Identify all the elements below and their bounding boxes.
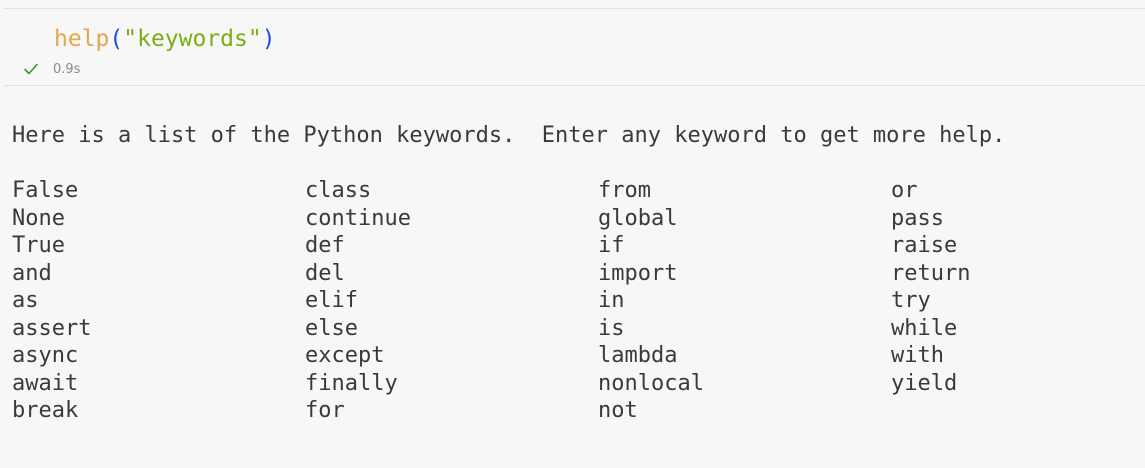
keyword-item: finally [305, 370, 398, 396]
keyword-item: break [12, 398, 79, 423]
keyword-item: import [598, 260, 678, 286]
keyword-column: from global if import in is lambda nonlo… [598, 177, 891, 425]
keyword-item: lambda [598, 343, 678, 368]
output-intro-text: Here is a list of the Python keywords. E… [12, 123, 1006, 148]
keyword-item: yield [891, 370, 958, 396]
code-line[interactable]: help("keywords") [54, 25, 276, 53]
execution-status: 0.9s [23, 61, 80, 77]
code-open-paren-token: ( [109, 26, 124, 52]
keyword-item: async [12, 343, 79, 368]
execution-time: 0.9s [53, 61, 81, 77]
code-function-token: help [54, 26, 110, 52]
keyword-item: is [598, 315, 625, 341]
keyword-column: False None True and as assert async awai… [12, 177, 305, 425]
keyword-item: nonlocal [598, 370, 704, 396]
cell-output: Here is a list of the Python keywords. E… [12, 122, 1091, 425]
keyword-item: with [891, 343, 944, 368]
keyword-item: for [305, 398, 345, 423]
keyword-item: try [891, 288, 931, 313]
keyword-item: from [598, 178, 651, 203]
keyword-item: assert [12, 315, 92, 341]
keyword-item: None [12, 205, 65, 231]
keyword-item: except [305, 343, 385, 368]
keyword-item: class [305, 178, 372, 203]
keyword-item: not [598, 398, 638, 423]
keyword-column: class continue def del elif else except … [305, 177, 598, 425]
keyword-item: def [305, 233, 345, 258]
keyword-item: pass [891, 205, 944, 231]
keyword-item: await [12, 370, 79, 396]
keyword-item: in [598, 288, 625, 313]
code-cell[interactable]: help("keywords") 0.9s [3, 9, 1145, 86]
keyword-item: global [598, 205, 678, 231]
keyword-table: False None True and as assert async awai… [12, 177, 1091, 425]
keyword-item: False [12, 178, 79, 203]
keyword-item: return [891, 260, 971, 286]
keyword-item: if [598, 233, 625, 258]
keyword-item: as [12, 288, 39, 313]
keyword-item: else [305, 315, 358, 341]
keyword-item: continue [305, 205, 411, 231]
code-string-token: "keywords" [123, 26, 262, 52]
keyword-item: or [891, 178, 918, 203]
check-icon [23, 61, 39, 77]
code-close-paren-token: ) [261, 26, 276, 52]
keyword-item: raise [891, 233, 958, 258]
keyword-item: while [891, 315, 958, 341]
keyword-item: and [12, 260, 52, 286]
keyword-column: or pass raise return try while with yiel… [891, 177, 1091, 425]
keyword-item: elif [305, 288, 358, 313]
keyword-item: del [305, 260, 345, 286]
keyword-item: True [12, 233, 65, 258]
